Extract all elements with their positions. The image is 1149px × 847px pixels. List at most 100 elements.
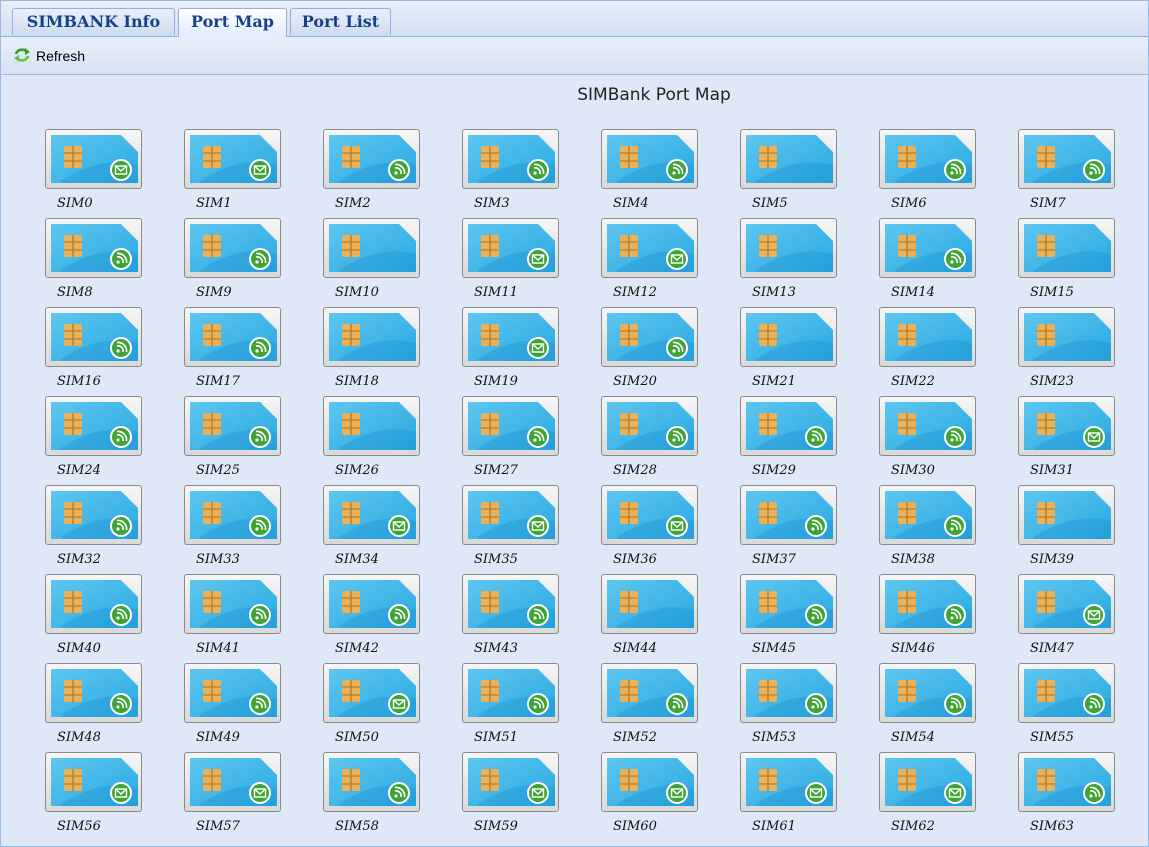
sim-card-button[interactable] xyxy=(1018,396,1115,456)
sim-card-button[interactable] xyxy=(601,574,698,634)
sim-port-item[interactable]: SIM47 xyxy=(1018,574,1117,663)
sim-port-item[interactable]: SIM46 xyxy=(879,574,978,663)
sim-card-button[interactable] xyxy=(45,663,142,723)
sim-port-item[interactable]: SIM63 xyxy=(1018,752,1117,841)
sim-port-item[interactable]: SIM2 xyxy=(323,129,422,218)
sim-card-button[interactable] xyxy=(184,663,281,723)
sim-card-button[interactable] xyxy=(184,218,281,278)
sim-card-button[interactable] xyxy=(45,218,142,278)
sim-port-item[interactable]: SIM5 xyxy=(740,129,839,218)
sim-card-button[interactable] xyxy=(462,129,559,189)
sim-port-item[interactable]: SIM27 xyxy=(462,396,561,485)
sim-card-button[interactable] xyxy=(45,396,142,456)
sim-card-button[interactable] xyxy=(879,574,976,634)
sim-port-item[interactable]: SIM4 xyxy=(601,129,700,218)
sim-card-button[interactable] xyxy=(462,218,559,278)
tab-port-map[interactable]: Port Map xyxy=(178,8,287,37)
sim-port-item[interactable]: SIM51 xyxy=(462,663,561,752)
sim-port-item[interactable]: SIM1 xyxy=(184,129,283,218)
sim-card-button[interactable] xyxy=(462,752,559,812)
sim-card-button[interactable] xyxy=(323,129,420,189)
sim-card-button[interactable] xyxy=(740,129,837,189)
sim-card-button[interactable] xyxy=(740,752,837,812)
sim-card-button[interactable] xyxy=(45,752,142,812)
sim-card-button[interactable] xyxy=(323,663,420,723)
sim-port-item[interactable]: SIM18 xyxy=(323,307,422,396)
sim-port-item[interactable]: SIM59 xyxy=(462,752,561,841)
sim-card-button[interactable] xyxy=(1018,574,1115,634)
sim-port-item[interactable]: SIM50 xyxy=(323,663,422,752)
sim-port-item[interactable]: SIM23 xyxy=(1018,307,1117,396)
sim-port-item[interactable]: SIM16 xyxy=(45,307,144,396)
sim-card-button[interactable] xyxy=(601,307,698,367)
sim-port-item[interactable]: SIM39 xyxy=(1018,485,1117,574)
sim-port-item[interactable]: SIM30 xyxy=(879,396,978,485)
sim-port-item[interactable]: SIM56 xyxy=(45,752,144,841)
sim-port-item[interactable]: SIM0 xyxy=(45,129,144,218)
sim-card-button[interactable] xyxy=(740,396,837,456)
sim-port-item[interactable]: SIM61 xyxy=(740,752,839,841)
sim-card-button[interactable] xyxy=(45,574,142,634)
sim-port-item[interactable]: SIM20 xyxy=(601,307,700,396)
sim-port-item[interactable]: SIM6 xyxy=(879,129,978,218)
sim-card-button[interactable] xyxy=(601,129,698,189)
sim-port-item[interactable]: SIM15 xyxy=(1018,218,1117,307)
sim-card-button[interactable] xyxy=(45,129,142,189)
sim-card-button[interactable] xyxy=(601,485,698,545)
sim-port-item[interactable]: SIM11 xyxy=(462,218,561,307)
sim-port-item[interactable]: SIM31 xyxy=(1018,396,1117,485)
sim-port-item[interactable]: SIM57 xyxy=(184,752,283,841)
sim-port-item[interactable]: SIM49 xyxy=(184,663,283,752)
sim-card-button[interactable] xyxy=(184,752,281,812)
sim-port-item[interactable]: SIM41 xyxy=(184,574,283,663)
sim-port-item[interactable]: SIM19 xyxy=(462,307,561,396)
sim-port-item[interactable]: SIM24 xyxy=(45,396,144,485)
sim-port-item[interactable]: SIM28 xyxy=(601,396,700,485)
sim-card-button[interactable] xyxy=(1018,663,1115,723)
sim-card-button[interactable] xyxy=(879,218,976,278)
sim-card-button[interactable] xyxy=(879,396,976,456)
sim-card-button[interactable] xyxy=(1018,218,1115,278)
sim-port-item[interactable]: SIM14 xyxy=(879,218,978,307)
sim-card-button[interactable] xyxy=(601,663,698,723)
sim-card-button[interactable] xyxy=(462,663,559,723)
sim-card-button[interactable] xyxy=(740,218,837,278)
sim-card-button[interactable] xyxy=(879,129,976,189)
sim-card-button[interactable] xyxy=(184,574,281,634)
sim-card-button[interactable] xyxy=(879,752,976,812)
sim-port-item[interactable]: SIM35 xyxy=(462,485,561,574)
sim-port-item[interactable]: SIM33 xyxy=(184,485,283,574)
sim-port-item[interactable]: SIM52 xyxy=(601,663,700,752)
sim-card-button[interactable] xyxy=(1018,752,1115,812)
sim-port-item[interactable]: SIM26 xyxy=(323,396,422,485)
sim-port-item[interactable]: SIM55 xyxy=(1018,663,1117,752)
sim-port-item[interactable]: SIM40 xyxy=(45,574,144,663)
sim-port-item[interactable]: SIM34 xyxy=(323,485,422,574)
sim-card-button[interactable] xyxy=(184,129,281,189)
sim-port-item[interactable]: SIM36 xyxy=(601,485,700,574)
refresh-button[interactable]: Refresh xyxy=(13,45,85,67)
sim-card-button[interactable] xyxy=(184,485,281,545)
sim-card-button[interactable] xyxy=(323,396,420,456)
sim-port-item[interactable]: SIM25 xyxy=(184,396,283,485)
sim-card-button[interactable] xyxy=(45,485,142,545)
sim-card-button[interactable] xyxy=(45,307,142,367)
tab-port-list[interactable]: Port List xyxy=(290,8,391,35)
sim-card-button[interactable] xyxy=(879,307,976,367)
sim-card-button[interactable] xyxy=(323,307,420,367)
sim-card-button[interactable] xyxy=(1018,485,1115,545)
sim-port-item[interactable]: SIM22 xyxy=(879,307,978,396)
sim-card-button[interactable] xyxy=(184,396,281,456)
sim-port-item[interactable]: SIM53 xyxy=(740,663,839,752)
sim-card-button[interactable] xyxy=(601,396,698,456)
sim-port-item[interactable]: SIM12 xyxy=(601,218,700,307)
sim-card-button[interactable] xyxy=(601,218,698,278)
sim-port-item[interactable]: SIM42 xyxy=(323,574,422,663)
tab-simbank-info[interactable]: SIMBANK Info xyxy=(12,8,175,35)
sim-card-button[interactable] xyxy=(740,307,837,367)
sim-card-button[interactable] xyxy=(740,574,837,634)
sim-port-item[interactable]: SIM45 xyxy=(740,574,839,663)
sim-port-item[interactable]: SIM9 xyxy=(184,218,283,307)
sim-card-button[interactable] xyxy=(1018,307,1115,367)
sim-card-button[interactable] xyxy=(1018,129,1115,189)
